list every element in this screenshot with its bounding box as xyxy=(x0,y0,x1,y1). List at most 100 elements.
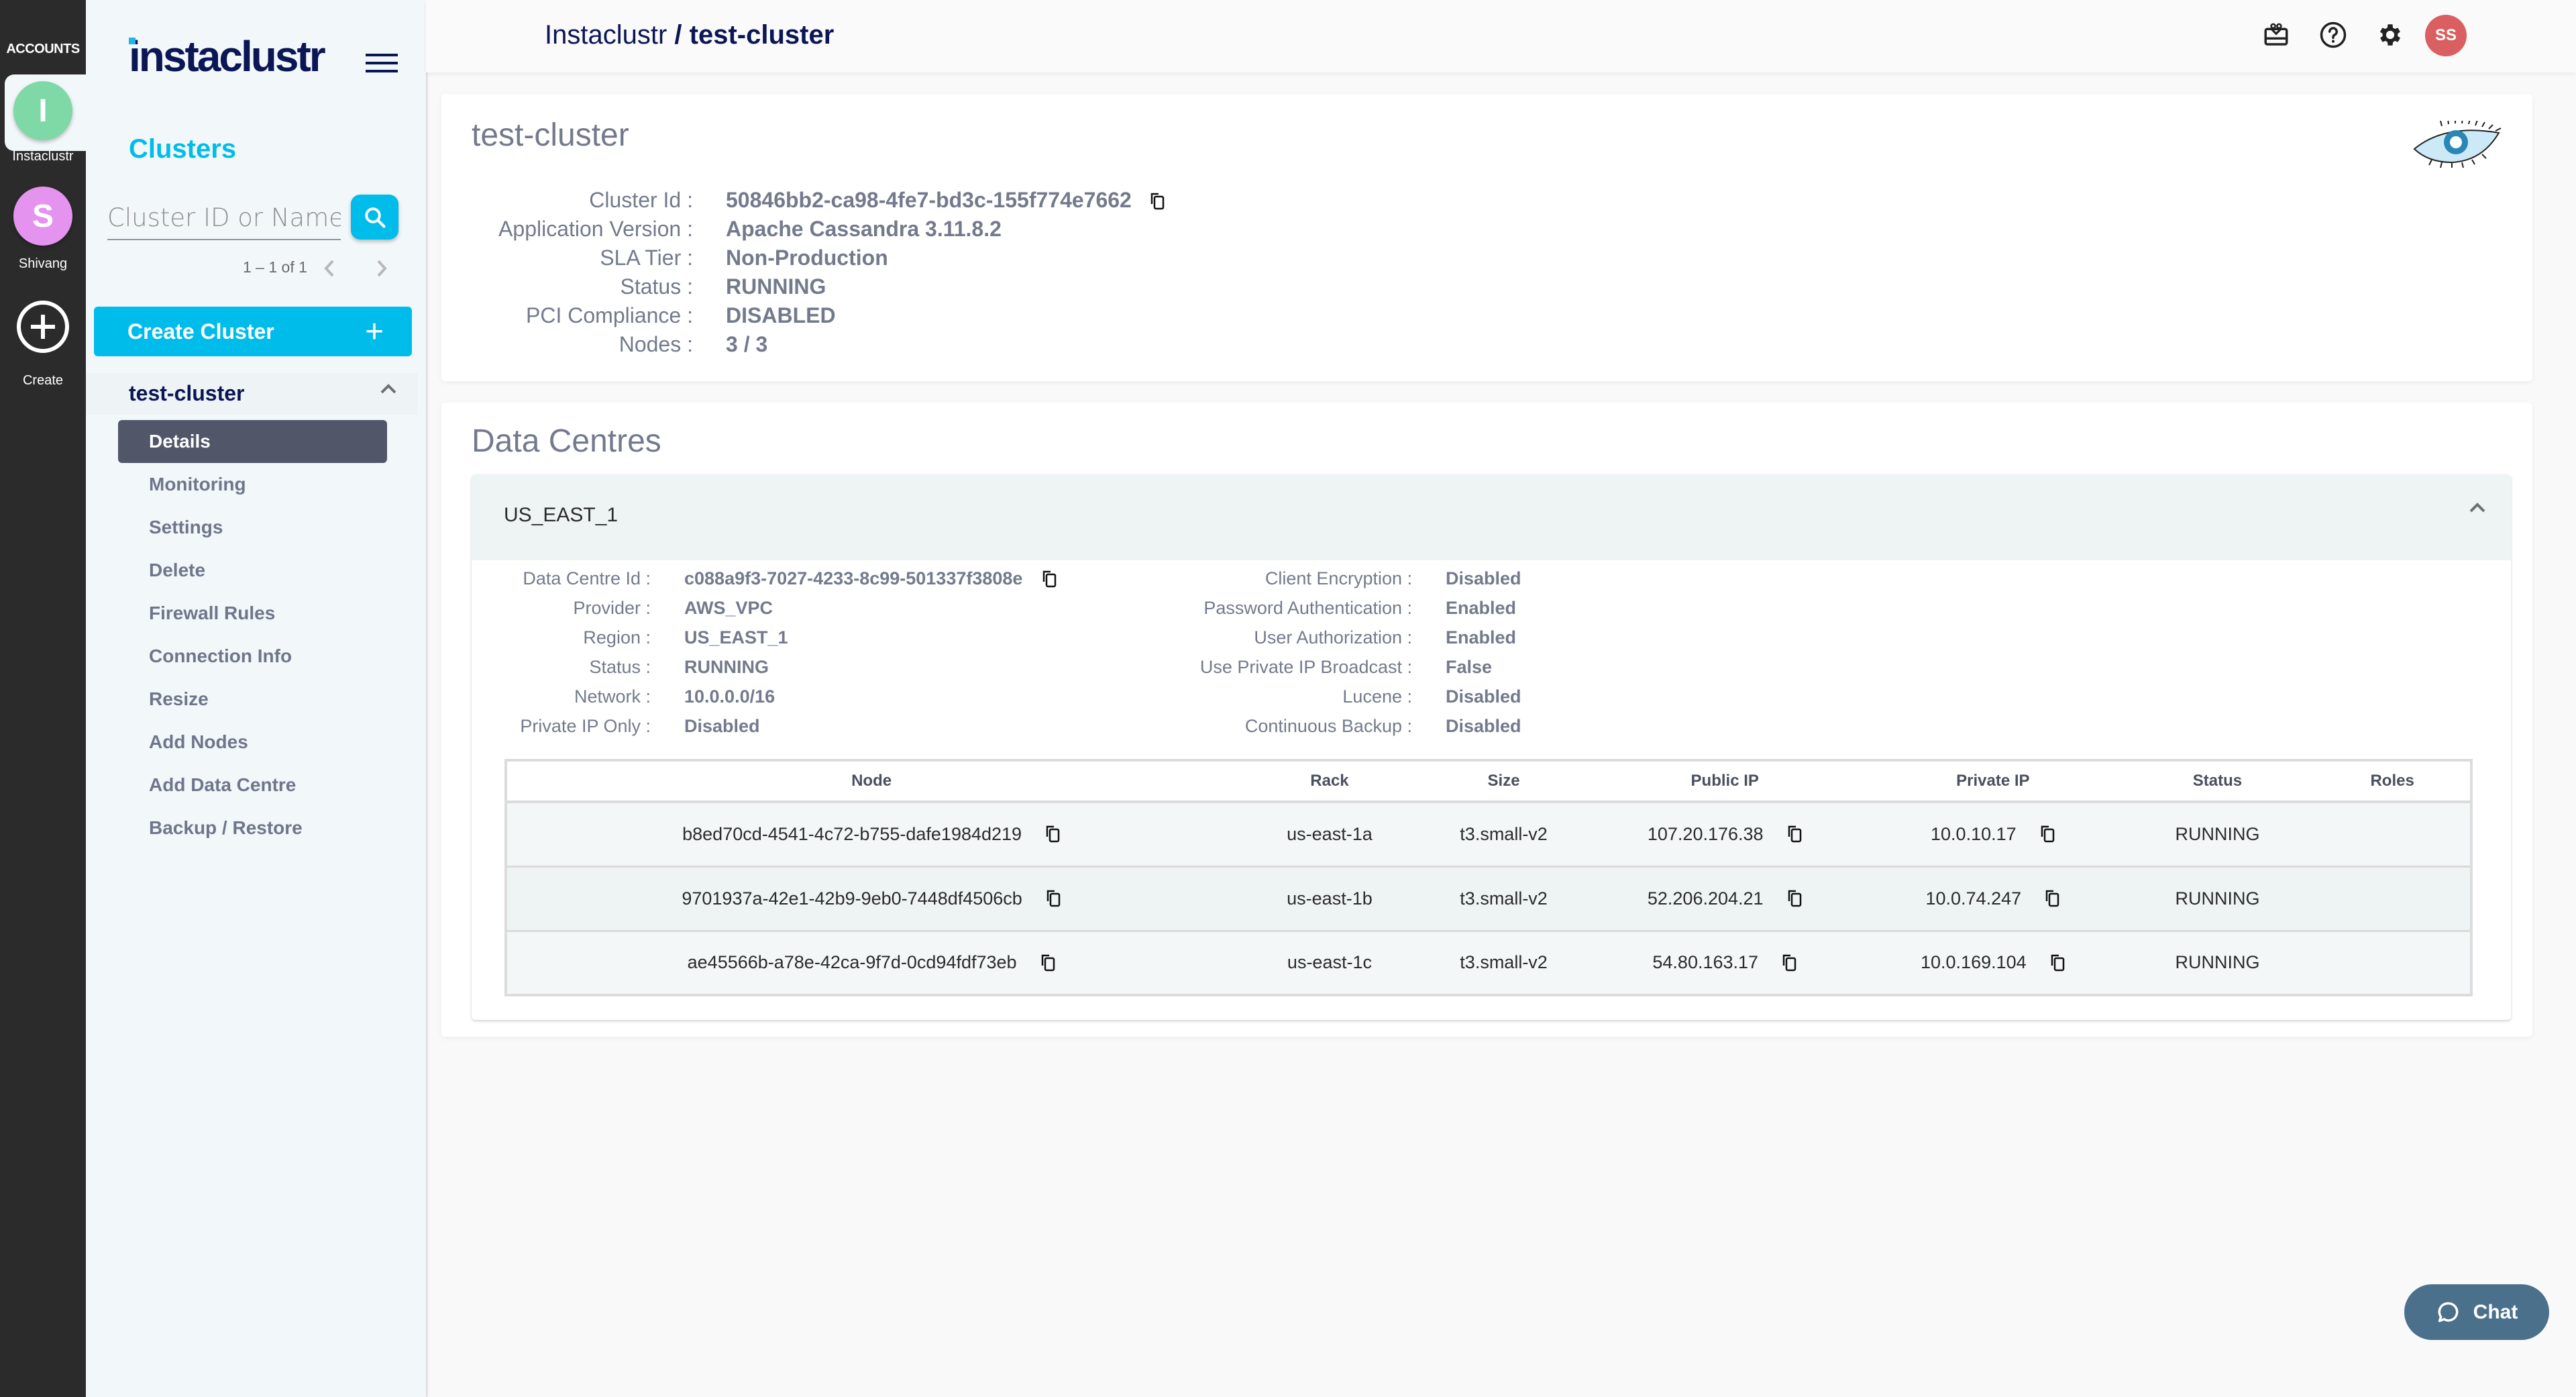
create-cluster-button[interactable]: Create Cluster + xyxy=(94,307,412,356)
password-auth-label: Password Authentication : xyxy=(1203,598,1412,618)
copy-icon[interactable] xyxy=(2045,889,2060,908)
data-centre-panel: US_EAST_1 Data Centre Id : c088a9f3-7027… xyxy=(472,474,2511,1020)
public-ip-cell: 52.206.204.21 xyxy=(1584,866,1866,932)
dc-status-label: Status : xyxy=(589,657,651,677)
nav-firewall-rules[interactable]: Firewall Rules xyxy=(118,592,387,635)
gift-button[interactable] xyxy=(2261,20,2291,50)
nav-settings[interactable]: Settings xyxy=(118,506,387,549)
copy-icon[interactable] xyxy=(1042,570,1057,588)
breadcrumb-root[interactable]: Instaclustr xyxy=(545,20,667,50)
user-authorization-label: User Authorization : xyxy=(1254,627,1412,648)
nav-label: Backup / Restore xyxy=(149,817,303,838)
hamburger-menu-icon[interactable] xyxy=(366,54,398,72)
user-initials: SS xyxy=(2434,26,2457,44)
nav-label: Settings xyxy=(149,517,223,537)
nav-resize[interactable]: Resize xyxy=(118,678,387,721)
cluster-name: test-cluster xyxy=(129,381,245,405)
rack: us-east-1c xyxy=(1236,931,1424,996)
help-button[interactable] xyxy=(2318,20,2348,50)
dc-id-value: c088a9f3-7027-4233-8c99-501337f3808e xyxy=(684,568,1057,589)
accounts-title: ACCOUNTS xyxy=(6,42,80,56)
public-ip: 54.80.163.17 xyxy=(1652,952,1759,973)
continuous-backup-label: Continuous Backup : xyxy=(1244,716,1412,736)
breadcrumb-current: test-cluster xyxy=(689,20,835,50)
chevron-left-icon xyxy=(324,260,334,277)
size: t3.small-v2 xyxy=(1423,931,1585,996)
data-centre-header[interactable]: US_EAST_1 xyxy=(472,474,2511,560)
sla-tier-label: SLA Tier : xyxy=(600,246,693,270)
chat-button[interactable]: Chat xyxy=(2404,1284,2549,1340)
copy-icon[interactable] xyxy=(1046,825,1061,843)
chat-bubble-icon xyxy=(2438,1302,2459,1322)
copy-icon[interactable] xyxy=(1046,889,1061,908)
status-value: RUNNING xyxy=(726,274,826,299)
copy-icon[interactable] xyxy=(2051,953,2065,972)
nav-connection-info[interactable]: Connection Info xyxy=(118,635,387,678)
help-icon xyxy=(2320,21,2347,48)
nav-label: Firewall Rules xyxy=(149,603,276,623)
search-button[interactable] xyxy=(351,195,398,240)
account-label-shivang: Shivang xyxy=(18,256,68,271)
plus-icon: + xyxy=(364,313,384,350)
copy-icon[interactable] xyxy=(1788,825,1803,843)
provider-value: AWS_VPC xyxy=(684,598,773,618)
password-auth-value: Enabled xyxy=(1446,598,1517,618)
pci-compliance-label: PCI Compliance : xyxy=(526,303,693,327)
lucene-value: Disabled xyxy=(1446,686,1521,707)
nav-monitoring[interactable]: Monitoring xyxy=(118,463,387,506)
chevron-up-icon[interactable] xyxy=(379,382,398,396)
cluster-item-test-cluster[interactable]: test-cluster xyxy=(86,373,418,415)
nav-label: Monitoring xyxy=(149,474,246,495)
account-initial: I xyxy=(38,93,48,129)
next-page-button[interactable] xyxy=(368,255,395,282)
nodes-table: Node Rack Size Public IP Private IP Stat… xyxy=(504,759,2473,996)
copy-icon[interactable] xyxy=(1788,889,1803,908)
node-id: b8ed70cd-4541-4c72-b755-dafe1984d219 xyxy=(682,823,1022,844)
account-avatar-instaclustr[interactable]: I xyxy=(13,81,72,140)
create-account-label[interactable]: Create xyxy=(0,373,86,389)
private-ip: 10.0.169.104 xyxy=(1921,952,2027,973)
copy-icon[interactable] xyxy=(1041,953,1056,972)
user-avatar[interactable]: SS xyxy=(2425,15,2467,56)
copy-icon[interactable] xyxy=(1150,191,1165,210)
node-id: ae45566b-a78e-42ca-9f7d-0cd94fdf73eb xyxy=(687,952,1017,973)
nav-add-nodes[interactable]: Add Nodes xyxy=(118,721,387,764)
settings-button[interactable] xyxy=(2375,20,2405,50)
column-header-roles: Roles xyxy=(2314,760,2471,803)
nav-backup-restore[interactable]: Backup / Restore xyxy=(118,807,387,849)
copy-icon[interactable] xyxy=(2041,825,2055,843)
nav-details[interactable]: Details xyxy=(118,420,387,463)
table-row: 9701937a-42e1-42b9-9eb0-7448df4506cb us-e… xyxy=(506,866,2471,932)
column-header-node: Node xyxy=(506,760,1236,803)
private-ip-cell: 10.0.74.247 xyxy=(1866,866,2121,932)
cluster-id-text: 50846bb2-ca98-4fe7-bd3c-155f774e7662 xyxy=(726,188,1132,212)
roles xyxy=(2314,802,2471,868)
private-ip-cell: 10.0.10.17 xyxy=(1866,802,2121,868)
dc-status-value: RUNNING xyxy=(684,657,769,677)
nav-label: Resize xyxy=(149,688,209,709)
instaclustr-logo[interactable]: instaclustr xyxy=(129,35,326,78)
cluster-id-value: 50846bb2-ca98-4fe7-bd3c-155f774e7662 xyxy=(726,188,1165,213)
provider-label: Provider : xyxy=(573,598,651,618)
nav-add-data-centre[interactable]: Add Data Centre xyxy=(118,764,387,807)
rack: us-east-1a xyxy=(1236,802,1424,868)
column-header-status: Status xyxy=(2120,760,2315,803)
client-encryption-value: Disabled xyxy=(1446,568,1521,588)
create-account-plus-icon[interactable] xyxy=(17,301,69,353)
chevron-up-icon[interactable] xyxy=(2468,501,2487,515)
account-label-instaclustr: Instaclustr xyxy=(12,149,74,164)
cluster-search-input[interactable] xyxy=(107,200,341,240)
nav-label: Add Nodes xyxy=(149,731,248,752)
clusters-sidebar: instaclustr Clusters 1 – 1 of 1 Create C… xyxy=(86,0,426,1397)
cassandra-eye-logo xyxy=(2413,121,2502,168)
top-header: Instaclustr / test-cluster SS xyxy=(426,0,2576,72)
chat-label: Chat xyxy=(2473,1300,2518,1323)
account-avatar-shivang[interactable]: S xyxy=(13,187,72,246)
breadcrumb: Instaclustr / test-cluster xyxy=(545,20,834,50)
prev-page-button[interactable] xyxy=(316,255,343,282)
copy-icon[interactable] xyxy=(1782,953,1797,972)
private-ip-broadcast-label: Use Private IP Broadcast : xyxy=(1199,657,1412,677)
node-status: RUNNING xyxy=(2120,931,2315,996)
status-label: Status : xyxy=(620,274,694,299)
nav-delete[interactable]: Delete xyxy=(118,549,387,592)
